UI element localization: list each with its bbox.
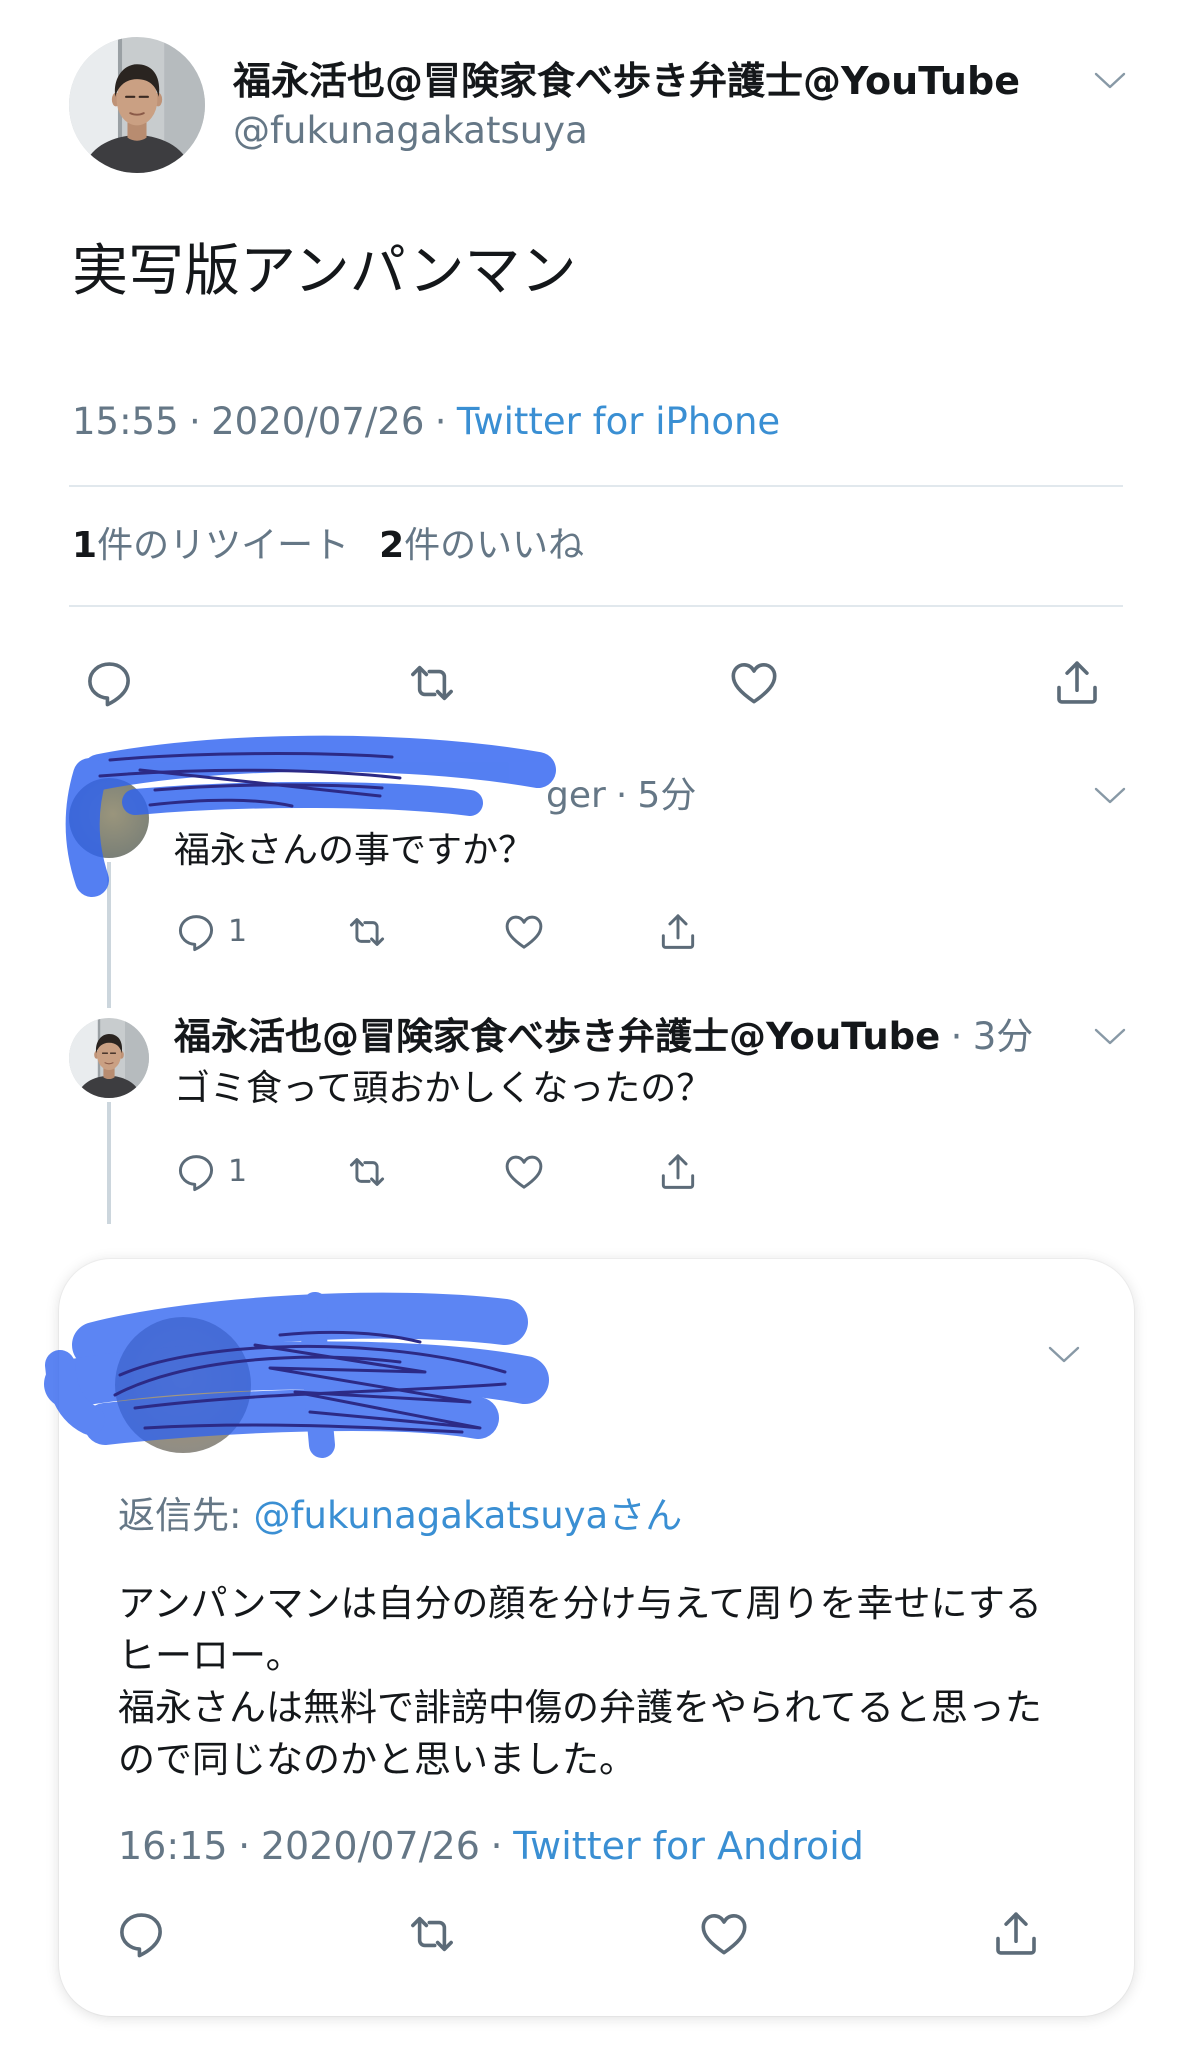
retweet-icon (405, 656, 459, 710)
retweet-button[interactable] (345, 1150, 389, 1194)
tweet-stats: 1件のリツイート 2件のいいね (72, 523, 584, 569)
share-icon (656, 910, 700, 954)
reply-text: 福永さんの事ですか？ (174, 830, 535, 871)
avatar-photo (69, 1018, 149, 1098)
reply-avatar[interactable] (69, 778, 149, 858)
body-line: ので同じなのかと思いました。 (118, 1738, 636, 1781)
share-button[interactable] (1050, 656, 1104, 710)
tweet-text: 実写版アンパンマン (72, 239, 577, 304)
reply-to-suffix: さん (608, 1494, 683, 1537)
separator: · (490, 1824, 503, 1868)
separator: · (434, 400, 447, 443)
chevron-down-icon (1094, 787, 1126, 805)
avatar-photo (69, 37, 205, 173)
likes-label: 件のいいね (404, 525, 585, 566)
author-name[interactable]: 福永活也@冒険家食べ歩き弁護士@YouTube (233, 57, 1020, 105)
reply-icon (114, 1907, 168, 1961)
share-icon (989, 1907, 1043, 1961)
likes-stat[interactable]: 2件のいいね (379, 525, 584, 566)
reply-text: ゴミ食って頭おかしくなったの？ (174, 1068, 713, 1109)
reply-to-handle-link[interactable]: @fukunagakatsuyaさん (253, 1494, 682, 1537)
reply-source-link[interactable]: Twitter for Android (513, 1824, 864, 1868)
share-icon (656, 1150, 700, 1194)
tweet-timestamp: 15:55 · 2020/07/26 · Twitter for iPhone (72, 399, 780, 445)
separator: · (238, 1824, 251, 1868)
reply-header: 福永活也@冒険家食べ歩き弁護士@YouTube · 3分 (174, 1013, 1033, 1061)
chevron-down-icon (1048, 1346, 1080, 1364)
reply-icon (174, 910, 218, 954)
tweet-source-link[interactable]: Twitter for iPhone (457, 400, 780, 443)
reply-author-name[interactable]: 福永活也@冒険家食べ歩き弁護士@YouTube (174, 1015, 940, 1058)
reply-button[interactable] (114, 1907, 168, 1961)
chevron-down-icon (1094, 1028, 1126, 1046)
retweet-button[interactable] (405, 656, 459, 710)
more-options-button[interactable] (1094, 1028, 1126, 1046)
retweet-button[interactable] (405, 1907, 459, 1961)
reply-icon (82, 656, 136, 710)
separator: · (615, 775, 628, 816)
author-avatar[interactable] (69, 37, 205, 173)
heart-icon (502, 1150, 546, 1194)
retweets-count: 1 (72, 525, 98, 566)
divider (69, 605, 1123, 607)
retweet-icon (405, 1907, 459, 1961)
like-button[interactable] (697, 1907, 751, 1961)
reply-to-handle: @fukunagakatsuya (253, 1494, 609, 1537)
reply-to-label: 返信先: (118, 1494, 242, 1537)
author-handle[interactable]: @fukunagakatsuya (233, 108, 588, 154)
share-button[interactable] (989, 1907, 1043, 1961)
thread-line (107, 862, 111, 1008)
divider (69, 485, 1123, 487)
reply-time[interactable]: 3分 (973, 1015, 1034, 1058)
more-options-button[interactable] (1048, 1346, 1080, 1364)
thread-line (107, 1102, 111, 1224)
body-line: 福永さんは無料で誹謗中傷の弁護をやられてると思った (118, 1686, 1042, 1729)
more-options-button[interactable] (1094, 72, 1126, 90)
reply-avatar[interactable] (69, 1018, 149, 1098)
reply-handle-visible[interactable]: ger (546, 775, 606, 816)
reply-date[interactable]: 2020/07/26 (261, 1824, 480, 1868)
likes-count: 2 (379, 525, 405, 566)
reply-count: 1 (228, 1154, 248, 1189)
reply-button[interactable] (174, 910, 218, 954)
reply-button[interactable] (82, 656, 136, 710)
retweet-button[interactable] (345, 910, 389, 954)
reply-icon (174, 1150, 218, 1194)
tweet-time[interactable]: 15:55 (72, 400, 179, 443)
reply-to-line: 返信先: @fukunagakatsuyaさん (118, 1493, 682, 1539)
heart-icon (697, 1907, 751, 1961)
share-button[interactable] (656, 910, 700, 954)
like-button[interactable] (727, 656, 781, 710)
retweets-label: 件のリツイート (97, 525, 350, 566)
reply-time[interactable]: 16:15 (118, 1824, 228, 1868)
retweet-icon (345, 1150, 389, 1194)
body-line: アンパンマンは自分の顔を分け与えて周りを幸せにする (118, 1582, 1042, 1625)
heart-icon (727, 656, 781, 710)
like-button[interactable] (502, 910, 546, 954)
heart-icon (502, 910, 546, 954)
more-options-button[interactable] (1094, 787, 1126, 805)
retweet-icon (345, 910, 389, 954)
body-line: ヒーロー。 (118, 1634, 303, 1677)
retweets-stat[interactable]: 1件のリツイート (72, 525, 349, 566)
separator: · (189, 400, 201, 443)
share-icon (1050, 656, 1104, 710)
focused-reply-avatar[interactable] (115, 1317, 251, 1453)
reply-count: 1 (228, 914, 248, 949)
focused-reply-body: アンパンマンは自分の顔を分け与えて周りを幸せにする ヒーロー。 福永さんは無料で… (118, 1578, 1113, 1786)
separator: · (950, 1015, 963, 1058)
like-button[interactable] (502, 1150, 546, 1194)
tweet-date[interactable]: 2020/07/26 (211, 400, 424, 443)
reply-header: ger · 5分 (546, 773, 696, 819)
reply-time[interactable]: 5分 (637, 775, 696, 816)
focused-reply-timestamp: 16:15 · 2020/07/26 · Twitter for Android (118, 1823, 864, 1869)
chevron-down-icon (1094, 72, 1126, 90)
share-button[interactable] (656, 1150, 700, 1194)
reply-button[interactable] (174, 1150, 218, 1194)
